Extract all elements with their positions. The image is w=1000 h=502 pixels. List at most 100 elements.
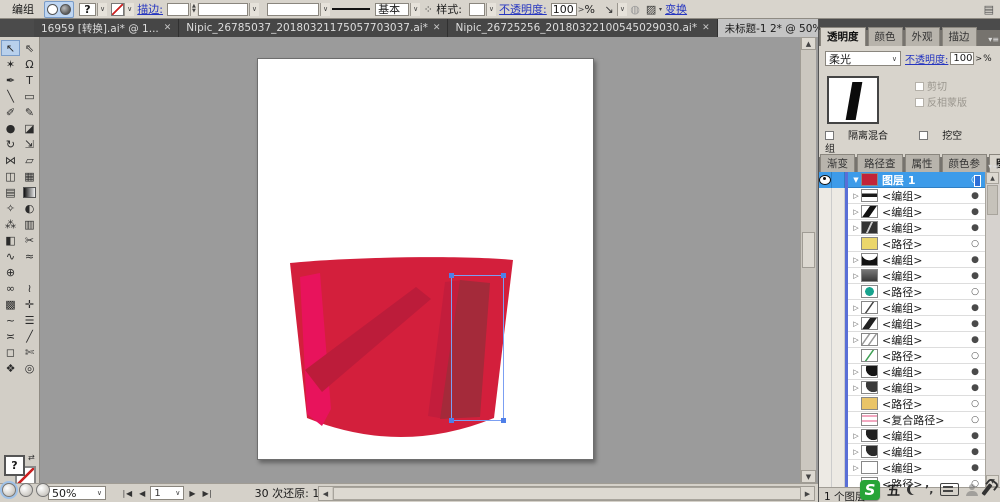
lock-toggle[interactable]: [832, 187, 845, 204]
scale-tool[interactable]: ⇲: [20, 136, 39, 152]
layer-item-16[interactable]: ▷ <编组> ●: [819, 443, 1000, 460]
lock-toggle[interactable]: [832, 347, 845, 364]
visibility-toggle[interactable]: [819, 172, 832, 188]
ime-wubi-label[interactable]: 五: [887, 480, 900, 499]
width-tool[interactable]: ⋈: [1, 152, 20, 168]
expand-triangle-icon[interactable]: ▼: [851, 176, 861, 184]
scissors-tool[interactable]: ✄: [20, 344, 39, 360]
scroll-right-icon[interactable]: ▶: [801, 487, 814, 500]
visibility-toggle[interactable]: [819, 395, 832, 412]
lock-toggle[interactable]: [832, 411, 845, 428]
visibility-toggle[interactable]: [819, 299, 832, 316]
blob-brush-tool[interactable]: ●: [1, 120, 20, 136]
curvature-tool[interactable]: ∿: [1, 248, 20, 264]
expand-triangle-icon[interactable]: ▷: [851, 304, 861, 312]
visibility-toggle[interactable]: [819, 219, 832, 236]
invert-mask-checkbox[interactable]: 反相蒙版: [915, 96, 967, 112]
ime-wrench-icon[interactable]: [981, 483, 993, 496]
touch-type-tool[interactable]: ⊕: [1, 264, 20, 280]
slice-tool[interactable]: ✂: [20, 232, 39, 248]
screen-mode-menubar-icon[interactable]: [19, 483, 33, 497]
live-paint-tool[interactable]: ✛: [20, 296, 39, 312]
target-icon[interactable]: ●: [967, 367, 983, 377]
target-icon[interactable]: ●: [967, 335, 983, 345]
opacity-link[interactable]: 不透明度:: [499, 1, 547, 17]
first-artboard-icon[interactable]: ∣◀: [120, 489, 134, 498]
target-icon[interactable]: ●: [967, 383, 983, 393]
stroke-weight-spinner[interactable]: ▲ ▼: [189, 2, 197, 16]
type-tool[interactable]: T: [20, 72, 39, 88]
panel-lower-tab-1[interactable]: 路径查: [857, 154, 903, 173]
panel-opacity-input[interactable]: 100: [950, 52, 975, 65]
select-similar-icon[interactable]: ↘: [601, 2, 617, 17]
layers-panel-menu-icon[interactable]: ▾≡: [988, 162, 999, 171]
layer-name[interactable]: <编组>: [882, 316, 967, 332]
opacity-flyout-icon[interactable]: >: [578, 5, 585, 14]
ime-logo-icon[interactable]: S: [860, 479, 880, 500]
lock-toggle[interactable]: [832, 219, 845, 236]
layer-item-4[interactable]: ▷ <编组> ●: [819, 251, 1000, 268]
layer-name[interactable]: <路径>: [882, 236, 967, 252]
layer-item-14[interactable]: <复合路径> ○: [819, 411, 1000, 428]
visibility-toggle[interactable]: [819, 331, 832, 348]
ime-punctuation-label[interactable]: ’,: [925, 483, 933, 496]
clip-checkbox[interactable]: 剪切: [915, 80, 967, 96]
layer-row-layer-1[interactable]: ▼图层 1○: [819, 172, 1000, 188]
panel-menu-icon[interactable]: ▾≡: [988, 35, 999, 44]
stroke-link[interactable]: 描边:: [137, 1, 163, 17]
panel-lower-tab-3[interactable]: 颜色参: [941, 154, 987, 173]
grid-tool[interactable]: ▩: [1, 296, 20, 312]
transform-link[interactable]: 变换: [665, 1, 687, 17]
layer-name[interactable]: <编组>: [882, 444, 967, 460]
recolor-artwork-icon[interactable]: ◍: [627, 2, 643, 17]
rotate-tool[interactable]: ↻: [1, 136, 20, 152]
width-profile-select[interactable]: [197, 2, 248, 16]
panel-tab-1[interactable]: 颜色: [867, 27, 903, 46]
line-segment-tool[interactable]: ╲: [1, 88, 20, 104]
screen-mode-full-icon[interactable]: [36, 483, 50, 497]
document-tab-2[interactable]: Nipic_26725256_20180322100545029030.ai* ✕: [448, 19, 718, 37]
visibility-toggle[interactable]: [819, 411, 832, 428]
direct-selection-tool[interactable]: ⇖: [20, 40, 39, 56]
expand-triangle-icon[interactable]: ▷: [851, 368, 861, 376]
visibility-toggle[interactable]: [819, 283, 832, 300]
ime-moon-icon[interactable]: [907, 484, 918, 495]
ime-person-icon[interactable]: [966, 483, 979, 496]
visibility-toggle[interactable]: [819, 203, 832, 220]
variable-width-select[interactable]: [266, 2, 319, 16]
visibility-toggle[interactable]: [819, 475, 832, 487]
visibility-toggle[interactable]: [819, 347, 832, 364]
layer-name[interactable]: <编组>: [882, 252, 967, 268]
layer-item-7[interactable]: ▷ <编组> ●: [819, 299, 1000, 316]
control-bar-menu-icon[interactable]: ▤: [984, 3, 994, 16]
stroke-weight-input[interactable]: [166, 2, 189, 16]
artboard-tool[interactable]: ◧: [1, 232, 20, 248]
panel-opacity-link[interactable]: 不透明度:: [905, 51, 948, 66]
lock-toggle[interactable]: [832, 427, 845, 444]
pencil-tool[interactable]: ✎: [20, 104, 39, 120]
scroll-down-icon[interactable]: ▼: [801, 470, 816, 483]
artboard-number-select[interactable]: 1 ∨: [150, 486, 185, 500]
screen-mode-normal-icon[interactable]: [2, 483, 16, 497]
rectangle-tool[interactable]: ▭: [20, 88, 39, 104]
lock-toggle[interactable]: [832, 475, 845, 487]
lock-toggle[interactable]: [832, 395, 845, 412]
layer-item-13[interactable]: <路径> ○: [819, 395, 1000, 412]
target-icon[interactable]: ●: [967, 255, 983, 265]
warp-tool[interactable]: ∞: [1, 280, 20, 296]
lock-toggle[interactable]: [832, 459, 845, 476]
artboard[interactable]: [257, 58, 594, 460]
expand-triangle-icon[interactable]: ▷: [851, 464, 861, 472]
canvas-area[interactable]: ▲ ▼: [40, 37, 818, 483]
visibility-toggle[interactable]: [819, 235, 832, 252]
expand-triangle-icon[interactable]: ▷: [851, 272, 861, 280]
style-select[interactable]: [468, 2, 485, 16]
lock-toggle[interactable]: [832, 203, 845, 220]
hand-tool[interactable]: ❖: [1, 360, 20, 376]
panel-tab-2[interactable]: 外观: [904, 27, 940, 46]
layer-name[interactable]: <编组>: [882, 188, 967, 204]
blend-tool[interactable]: ◐: [20, 200, 39, 216]
zoom-level-select[interactable]: 50% ∨: [48, 486, 106, 500]
appearance-normal-icon[interactable]: [47, 3, 58, 15]
opacity-input[interactable]: 100: [550, 2, 577, 16]
